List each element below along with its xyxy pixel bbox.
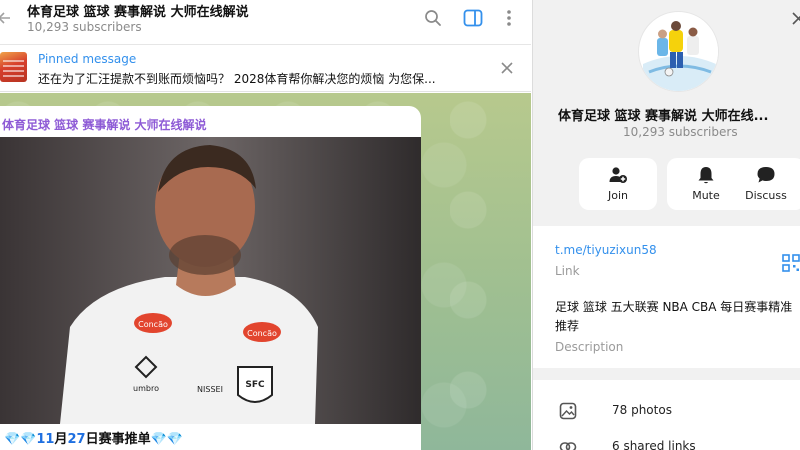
channel-subscriber-count: 10,293 subscribers [623,125,738,139]
caption-gem-icons-left: 💎💎 [4,432,37,447]
channel-description-label: Description [555,340,624,354]
channel-description: 足球 篮球 五大联赛 NBA CBA 每日赛事精准推荐 [555,300,793,333]
pinned-text: 还在为了汇汪提款不到账而烦恼吗？ 2028体育帮你解决您的烦恼 为您保... [38,72,436,86]
discuss-button[interactable]: Discuss [727,158,800,210]
side-panel-icon [463,9,483,27]
message-sender[interactable]: 体育足球 篮球 赛事解说 大师在线解说 [2,116,207,133]
close-icon [501,62,513,74]
caption-digits-1: 11 [36,432,55,447]
pinned-message-bar[interactable]: Pinned message 还在为了汇汪提款不到账而烦恼吗？ 2028体育帮你… [0,46,531,92]
pinned-thumbnail [0,52,27,82]
channel-link[interactable]: t.me/tiyuzixun58 [555,243,657,257]
channel-avatar[interactable] [638,11,719,92]
pinned-label: Pinned message [38,52,137,66]
link-icon [559,438,577,450]
discuss-label: Discuss [745,189,787,202]
channel-title: 体育足球 篮球 赛事解说 大师在线... [558,109,769,124]
close-pinned-button[interactable] [496,57,518,79]
shared-links-row[interactable]: 6 shared links [533,428,800,450]
channel-link-label: Link [555,264,580,278]
photos-count: 78 photos [612,403,672,417]
caption-text: 日赛事推单 [85,432,151,447]
caption-gem-icons-right: 💎💎 [150,432,183,447]
jersey-brand: umbro [133,384,159,393]
search-icon [425,10,441,26]
chat-pane: 体育足球 篮球 赛事解说 大师在线解说 10,293 subscribers P… [0,0,531,450]
bell-icon [698,167,714,184]
close-icon [791,11,800,25]
channel-info-panel: 体育足球 篮球 赛事解说 大师在线... 10,293 subscribers … [532,0,800,450]
channel-details-card: t.me/tiyuzixun58 Link 足球 篮球 五大联赛 NBA CBA… [533,226,800,368]
search-button[interactable] [421,6,445,30]
more-options-button[interactable] [497,6,521,30]
chat-bubble-icon [757,167,775,183]
caption-month: 月 [54,432,68,447]
jersey-text: NISSEI [197,385,223,394]
shared-links-count: 6 shared links [612,439,696,450]
photos-row[interactable]: 78 photos [533,392,800,428]
jersey-sponsor-left: Concão [138,320,168,329]
chat-subscriber-count: 10,293 subscribers [27,20,142,34]
jersey-crest: SFC [245,380,265,390]
close-info-button[interactable] [788,8,800,28]
back-arrow-icon[interactable] [0,9,12,27]
message-bubble[interactable]: 体育足球 篮球 赛事解说 大师在线解说 Concão Concão umbro … [0,106,421,450]
jersey-sponsor-right: Concão [247,329,277,338]
chat-header: 体育足球 篮球 赛事解说 大师在线解说 10,293 subscribers [0,0,531,45]
add-user-icon [609,167,627,183]
join-label: Join [607,189,628,202]
chat-title[interactable]: 体育足球 篮球 赛事解说 大师在线解说 [27,1,249,20]
more-vertical-icon [507,10,511,26]
shared-media-card: 78 photos 6 shared links [533,380,800,450]
message-photo[interactable]: Concão Concão umbro SFC NISSEI [0,137,421,424]
toggle-info-panel-button[interactable] [461,6,485,30]
qr-code-icon[interactable] [781,253,800,273]
caption-digits-2: 27 [67,432,86,447]
join-button[interactable]: Join [579,158,657,210]
message-caption: 💎💎11月27日赛事推单💎💎 [4,428,183,447]
image-icon [559,402,577,420]
